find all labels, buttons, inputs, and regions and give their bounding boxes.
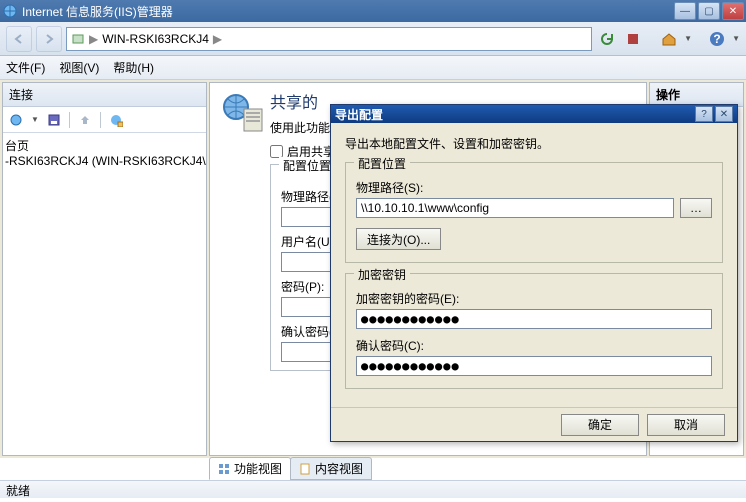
list-icon (218, 463, 230, 475)
breadcrumb-sep: ▶ (213, 32, 222, 46)
dialog-phys-label: 物理路径(S): (356, 179, 712, 196)
dialog-titlebar: 导出配置 ? ✕ (331, 105, 737, 123)
main-titlebar: Internet 信息服务(IIS)管理器 — ▢ ✕ (0, 0, 746, 22)
tab-content-view[interactable]: 内容视图 (290, 457, 372, 480)
dialog-key-group: 加密密钥 加密密钥的密码(E): 确认密码(C): (345, 273, 723, 389)
dialog-body: 导出本地配置文件、设置和加密密钥。 配置位置 物理路径(S): … 连接为(O)… (331, 123, 737, 407)
maximize-button[interactable]: ▢ (698, 2, 720, 20)
status-text: 就绪 (6, 484, 30, 498)
server-icon (71, 32, 85, 46)
ok-button[interactable]: 确定 (561, 414, 639, 436)
sites-icon[interactable] (107, 111, 125, 129)
forward-button[interactable] (36, 26, 62, 52)
home-icon[interactable] (658, 28, 680, 50)
connections-tree[interactable]: 台页 -RSKI63RCKJ4 (WIN-RSKI63RCKJ4\Adm (3, 133, 206, 455)
browse-button[interactable]: … (680, 198, 712, 218)
close-button[interactable]: ✕ (722, 2, 744, 20)
dialog-keypwd-field[interactable] (356, 309, 712, 329)
dialog-close-button[interactable]: ✕ (715, 106, 733, 122)
shared-config-icon (220, 89, 264, 133)
minimize-button[interactable]: — (674, 2, 696, 20)
dialog-keypwd-label: 加密密钥的密码(E): (356, 290, 712, 307)
address-bar-row: ▶ WIN-RSKI63RCKJ4 ▶ ▼ ? ▼ (0, 22, 746, 56)
breadcrumb[interactable]: ▶ WIN-RSKI63RCKJ4 ▶ (66, 27, 592, 51)
connect-icon[interactable] (7, 111, 25, 129)
dialog-confirm-label: 确认密码(C): (356, 337, 712, 354)
breadcrumb-node[interactable]: WIN-RSKI63RCKJ4 (102, 32, 209, 46)
window-buttons: — ▢ ✕ (672, 2, 744, 20)
status-bar: 就绪 (0, 480, 746, 498)
dialog-footer: 确定 取消 (331, 407, 737, 441)
menu-view[interactable]: 视图(V) (59, 59, 99, 76)
refresh-icon[interactable] (596, 28, 618, 50)
doc-icon (299, 463, 311, 475)
cancel-button[interactable]: 取消 (647, 414, 725, 436)
dialog-phys-field[interactable] (356, 198, 674, 218)
stop-icon[interactable] (622, 28, 644, 50)
dialog-title: 导出配置 (335, 106, 695, 123)
dialog-key-legend: 加密密钥 (354, 266, 410, 283)
export-config-dialog: 导出配置 ? ✕ 导出本地配置文件、设置和加密密钥。 配置位置 物理路径(S):… (330, 104, 738, 442)
dropdown-icon[interactable]: ▼ (31, 115, 39, 124)
ellipsis-icon: … (690, 201, 702, 215)
back-button[interactable] (6, 26, 32, 52)
connections-title: 连接 (3, 83, 206, 107)
connections-panel: 连接 ▼ 台页 -RSKI63RCKJ4 (WIN-RSKI63RCKJ4\Ad… (2, 82, 207, 456)
dialog-location-group: 配置位置 物理路径(S): … 连接为(O)... (345, 162, 723, 263)
menu-help[interactable]: 帮助(H) (113, 59, 154, 76)
view-tabs: 功能视图 内容视图 (2, 458, 744, 480)
dialog-help-button[interactable]: ? (695, 106, 713, 122)
connections-toolbar: ▼ (3, 107, 206, 133)
dialog-confirm-field[interactable] (356, 356, 712, 376)
tab-label: 内容视图 (315, 460, 363, 477)
dialog-location-legend: 配置位置 (354, 155, 410, 172)
breadcrumb-sep: ▶ (89, 32, 98, 46)
dropdown-icon[interactable]: ▼ (732, 34, 740, 43)
window-title: Internet 信息服务(IIS)管理器 (22, 3, 672, 20)
tree-root[interactable]: 台页 (5, 137, 204, 154)
up-icon[interactable] (76, 111, 94, 129)
save-icon[interactable] (45, 111, 63, 129)
tree-node[interactable]: -RSKI63RCKJ4 (WIN-RSKI63RCKJ4\Adm (5, 154, 204, 168)
menu-bar: 文件(F) 视图(V) 帮助(H) (0, 56, 746, 80)
connect-as-button[interactable]: 连接为(O)... (356, 228, 441, 250)
tab-feature-view[interactable]: 功能视图 (209, 457, 291, 480)
dialog-desc: 导出本地配置文件、设置和加密密钥。 (345, 135, 723, 152)
app-icon (2, 3, 18, 19)
config-location-legend: 配置位置 (279, 157, 335, 174)
svg-text:?: ? (713, 32, 720, 46)
menu-file[interactable]: 文件(F) (6, 59, 45, 76)
tab-label: 功能视图 (234, 460, 282, 477)
dropdown-icon[interactable]: ▼ (684, 34, 692, 43)
help-icon[interactable]: ? (706, 28, 728, 50)
